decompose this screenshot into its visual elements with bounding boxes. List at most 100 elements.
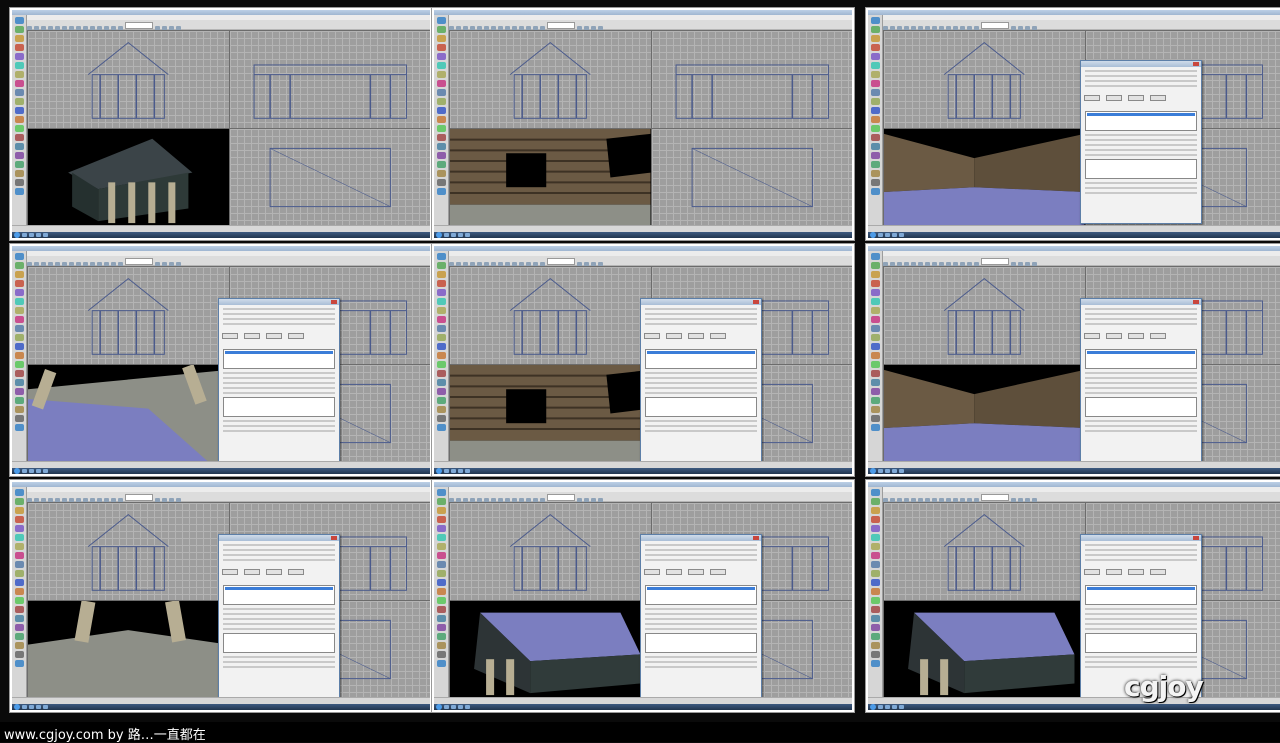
- tool-icon[interactable]: [437, 397, 446, 404]
- perspective-viewport[interactable]: [27, 600, 230, 699]
- lighting-channels-list[interactable]: [645, 633, 757, 653]
- tool-icon[interactable]: [437, 343, 446, 350]
- tool-icon[interactable]: [871, 71, 880, 78]
- tool-icon[interactable]: [437, 525, 446, 532]
- start-button[interactable]: [870, 232, 876, 238]
- tool-icon[interactable]: [871, 651, 880, 658]
- dialog-button[interactable]: [1084, 333, 1100, 339]
- material-list[interactable]: [223, 585, 335, 605]
- tool-icon[interactable]: [871, 125, 880, 132]
- start-button[interactable]: [436, 704, 442, 710]
- tool-icon[interactable]: [437, 370, 446, 377]
- lighting-channels-list[interactable]: [223, 633, 335, 653]
- tool-icon[interactable]: [15, 125, 24, 132]
- dialog-button[interactable]: [266, 333, 282, 339]
- lighting-channels-list[interactable]: [223, 397, 335, 417]
- tool-icon[interactable]: [871, 316, 880, 323]
- tool-icon[interactable]: [15, 316, 24, 323]
- tool-icon[interactable]: [871, 170, 880, 177]
- tool-icon[interactable]: [871, 134, 880, 141]
- tool-icon[interactable]: [871, 379, 880, 386]
- taskbar-app-icon[interactable]: [444, 705, 449, 709]
- close-button[interactable]: [1193, 536, 1199, 540]
- tool-icon[interactable]: [437, 334, 446, 341]
- tool-icon[interactable]: [437, 489, 446, 496]
- tool-icon[interactable]: [15, 26, 24, 33]
- tool-icon[interactable]: [15, 179, 24, 186]
- tool-icon[interactable]: [871, 53, 880, 60]
- start-button[interactable]: [14, 704, 20, 710]
- dialog-button[interactable]: [244, 569, 260, 575]
- tool-icon[interactable]: [437, 388, 446, 395]
- close-button[interactable]: [1193, 300, 1199, 304]
- tool-icon[interactable]: [437, 424, 446, 431]
- tool-icon[interactable]: [15, 570, 24, 577]
- dialog-button[interactable]: [1106, 569, 1122, 575]
- tool-icon[interactable]: [437, 152, 446, 159]
- tool-icon[interactable]: [15, 388, 24, 395]
- taskbar-app-icon[interactable]: [465, 469, 470, 473]
- perspective-viewport[interactable]: [883, 364, 1086, 463]
- front-viewport[interactable]: [883, 502, 1086, 601]
- tool-icon[interactable]: [437, 116, 446, 123]
- taskbar-app-icon[interactable]: [885, 705, 890, 709]
- dialog-button[interactable]: [266, 569, 282, 575]
- taskbar-app-icon[interactable]: [36, 233, 41, 237]
- tool-icon[interactable]: [15, 397, 24, 404]
- taskbar-app-icon[interactable]: [885, 469, 890, 473]
- selected-list-item[interactable]: [1087, 113, 1195, 116]
- tool-icon[interactable]: [437, 71, 446, 78]
- tool-icon[interactable]: [437, 125, 446, 132]
- toolbar-dropdown[interactable]: [981, 258, 1009, 265]
- tool-icon[interactable]: [15, 280, 24, 287]
- surface-properties-dialog[interactable]: [1080, 60, 1202, 224]
- tool-icon[interactable]: [871, 361, 880, 368]
- surface-properties-dialog[interactable]: [640, 298, 762, 462]
- close-button[interactable]: [331, 536, 337, 540]
- taskbar-app-icon[interactable]: [892, 705, 897, 709]
- dialog-button[interactable]: [1084, 569, 1100, 575]
- tool-icon[interactable]: [871, 489, 880, 496]
- tool-icon[interactable]: [871, 597, 880, 604]
- tool-icon[interactable]: [871, 107, 880, 114]
- tool-icon[interactable]: [437, 543, 446, 550]
- tool-icon[interactable]: [871, 262, 880, 269]
- tool-icon[interactable]: [871, 152, 880, 159]
- front-viewport[interactable]: [27, 502, 230, 601]
- perspective-viewport[interactable]: [449, 128, 652, 227]
- taskbar-app-icon[interactable]: [451, 469, 456, 473]
- tool-icon[interactable]: [437, 307, 446, 314]
- tool-icon[interactable]: [437, 660, 446, 667]
- perspective-viewport[interactable]: [883, 600, 1086, 699]
- toolbar-dropdown[interactable]: [125, 494, 153, 501]
- tool-icon[interactable]: [871, 352, 880, 359]
- start-button[interactable]: [870, 468, 876, 474]
- front-viewport[interactable]: [27, 266, 230, 365]
- tool-icon[interactable]: [15, 615, 24, 622]
- tool-icon[interactable]: [15, 352, 24, 359]
- tool-icon[interactable]: [15, 660, 24, 667]
- tool-icon[interactable]: [437, 352, 446, 359]
- tool-icon[interactable]: [871, 343, 880, 350]
- tool-icon[interactable]: [871, 289, 880, 296]
- tool-icon[interactable]: [437, 561, 446, 568]
- tool-icon[interactable]: [871, 370, 880, 377]
- tool-icon[interactable]: [871, 98, 880, 105]
- perspective-viewport[interactable]: [449, 600, 652, 699]
- dialog-button[interactable]: [1150, 569, 1166, 575]
- tool-icon[interactable]: [437, 143, 446, 150]
- tool-icon[interactable]: [871, 588, 880, 595]
- start-button[interactable]: [14, 232, 20, 238]
- tool-icon[interactable]: [15, 343, 24, 350]
- tool-icon[interactable]: [15, 62, 24, 69]
- dialog-button[interactable]: [1150, 333, 1166, 339]
- tool-icon[interactable]: [437, 325, 446, 332]
- tool-icon[interactable]: [437, 624, 446, 631]
- dialog-button[interactable]: [1128, 95, 1144, 101]
- toolbar-dropdown[interactable]: [547, 22, 575, 29]
- tool-icon[interactable]: [15, 498, 24, 505]
- tool-icon[interactable]: [871, 80, 880, 87]
- top-viewport[interactable]: [651, 128, 853, 227]
- perspective-viewport[interactable]: [449, 364, 652, 463]
- selected-list-item[interactable]: [1087, 587, 1195, 590]
